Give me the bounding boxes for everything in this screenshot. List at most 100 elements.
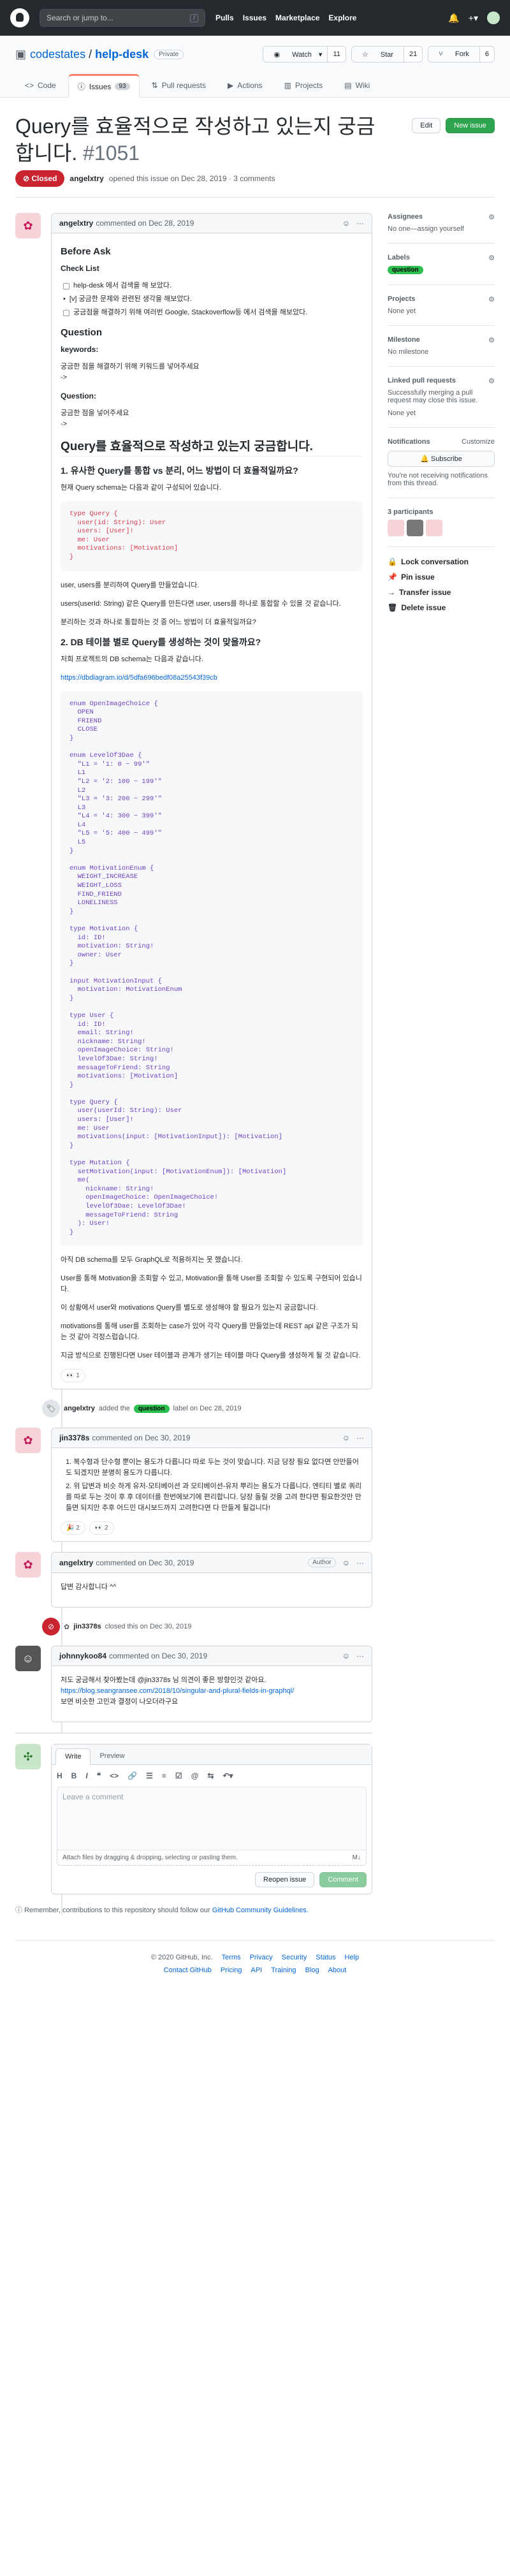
kebab-horizontal-icon[interactable]: ··· (356, 1651, 364, 1660)
participant-avatar[interactable] (388, 520, 404, 536)
reaction-eyes-button[interactable]: 👀 2 (89, 1521, 114, 1535)
footer-link-training[interactable]: Training (271, 1966, 296, 1974)
reaction-tada-button[interactable]: 🎉 2 (61, 1521, 85, 1535)
avatar[interactable]: ✿ (15, 1552, 41, 1578)
lock-conversation-link[interactable]: 🔒 Lock conversation (388, 557, 495, 566)
participant-avatar[interactable] (407, 520, 423, 536)
checkbox[interactable] (63, 309, 69, 316)
user-avatar[interactable] (487, 11, 500, 24)
cross-reference-icon[interactable]: ⇆ (207, 1771, 214, 1780)
tab-code[interactable]: <> Code (15, 74, 66, 97)
attach-files-area[interactable]: Attach files by dragging & dropping, sel… (57, 1850, 367, 1866)
comment-author[interactable]: jin3378s (59, 1433, 89, 1442)
gear-icon[interactable]: ⚙ (488, 213, 495, 221)
avatar[interactable]: ✣ (15, 1744, 41, 1770)
avatar[interactable]: ✿ (15, 213, 41, 238)
tab-pull-requests[interactable]: ⇅ Pull requests (142, 74, 215, 97)
nav-marketplace[interactable]: Marketplace (275, 13, 319, 22)
guidelines-link[interactable]: GitHub Community Guidelines. (212, 1906, 309, 1914)
heading-icon[interactable]: H (57, 1771, 62, 1780)
comment-button[interactable]: Comment (319, 1872, 367, 1888)
checkbox[interactable] (63, 282, 69, 289)
star-button[interactable]: ☆ Star 21 (351, 46, 423, 62)
repo-owner-link[interactable]: codestates (30, 48, 85, 61)
footer-link-help[interactable]: Help (345, 1954, 360, 1961)
gear-icon[interactable]: ⚙ (488, 295, 495, 304)
reaction-eyes-button[interactable]: 👀 1 (61, 1369, 85, 1383)
avatar[interactable]: ☺ (15, 1646, 41, 1672)
dbdiagram-link[interactable]: https://dbdiagram.io/d/5dfa696bedf08a255… (61, 674, 217, 682)
star-count[interactable]: 21 (403, 47, 423, 62)
pin-issue-link[interactable]: 📌 Pin issue (388, 573, 495, 582)
smiley-icon[interactable]: ☺ (342, 1651, 350, 1660)
fork-count[interactable]: 6 (479, 47, 494, 62)
question-label-badge[interactable]: question (388, 266, 423, 274)
edit-title-button[interactable]: Edit (412, 118, 441, 133)
footer-link-blog[interactable]: Blog (305, 1966, 319, 1974)
event-author[interactable]: jin3378s (73, 1623, 101, 1630)
footer-link-about[interactable]: About (328, 1966, 347, 1974)
smiley-icon[interactable]: ☺ (342, 1558, 350, 1567)
tab-write[interactable]: Write (55, 1748, 91, 1766)
tab-wiki[interactable]: ▤ Wiki (335, 74, 379, 97)
avatar[interactable]: ✿ (64, 1623, 69, 1631)
tab-issues[interactable]: ⓘ Issues 93 (68, 74, 140, 98)
quote-icon[interactable]: ❝ (97, 1771, 101, 1780)
blog-link[interactable]: https://blog.seangransee.com/2018/10/sin… (61, 1687, 294, 1695)
footer-link-terms[interactable]: Terms (222, 1954, 241, 1961)
issue-author-link[interactable]: angelxtry (69, 174, 103, 183)
nav-explore[interactable]: Explore (328, 13, 356, 22)
event-author[interactable]: angelxtry (64, 1405, 95, 1412)
customize-link[interactable]: Customize (462, 438, 495, 446)
gear-icon[interactable]: ⚙ (488, 377, 495, 385)
new-issue-button[interactable]: New issue (446, 118, 495, 133)
transfer-issue-link[interactable]: → Transfer issue (388, 588, 495, 597)
comment-author[interactable]: angelxtry (59, 219, 93, 228)
mention-icon[interactable]: @ (191, 1771, 199, 1780)
assignees-value[interactable]: No one—assign yourself (388, 225, 464, 233)
comment-textarea[interactable]: Leave a comment (57, 1787, 367, 1851)
comment-author[interactable]: angelxtry (59, 1558, 93, 1567)
gear-icon[interactable]: ⚙ (488, 336, 495, 344)
subscribe-button[interactable]: 🔔 Subscribe (388, 451, 495, 467)
italic-icon[interactable]: I (85, 1771, 87, 1780)
github-logo-icon[interactable] (10, 8, 29, 27)
list-ordered-icon[interactable]: ≡ (162, 1771, 166, 1780)
footer-link-security[interactable]: Security (282, 1954, 307, 1961)
fork-button[interactable]: ⑂ Fork 6 (428, 46, 495, 62)
nav-pulls[interactable]: Pulls (215, 13, 234, 22)
tab-actions[interactable]: ▶ Actions (218, 74, 272, 97)
search-input[interactable]: Search or jump to... / (40, 9, 205, 27)
link-icon[interactable]: 🔗 (127, 1771, 137, 1780)
list-unordered-icon[interactable]: ☰ (146, 1771, 153, 1780)
footer-link-pricing[interactable]: Pricing (221, 1966, 242, 1974)
nav-issues[interactable]: Issues (243, 13, 266, 22)
smiley-icon[interactable]: ☺ (342, 219, 350, 228)
bell-icon[interactable]: 🔔 (448, 13, 459, 24)
code-icon[interactable]: <> (110, 1771, 119, 1780)
kebab-horizontal-icon[interactable]: ··· (356, 1433, 364, 1442)
avatar[interactable]: ✿ (15, 1428, 41, 1454)
bold-icon[interactable]: B (71, 1771, 77, 1780)
reopen-issue-button[interactable]: Reopen issue (255, 1872, 315, 1888)
gear-icon[interactable]: ⚙ (488, 254, 495, 262)
plus-icon[interactable]: +▾ (469, 13, 478, 24)
repo-name-link[interactable]: help-desk (95, 48, 149, 61)
markdown-icon[interactable]: M↓ (353, 1854, 361, 1861)
tab-projects[interactable]: ▥ Projects (275, 74, 333, 97)
tab-preview[interactable]: Preview (91, 1748, 133, 1764)
participant-avatar[interactable] (426, 520, 442, 536)
footer-link-status[interactable]: Status (316, 1954, 335, 1961)
footer-link-contact[interactable]: Contact GitHub (164, 1966, 212, 1974)
watch-button[interactable]: ◉ Watch ▾ 11 (263, 46, 346, 62)
footer-link-privacy[interactable]: Privacy (250, 1954, 273, 1961)
kebab-horizontal-icon[interactable]: ··· (356, 219, 364, 228)
delete-issue-link[interactable]: 🗑 Delete issue (388, 603, 495, 612)
question-label-badge[interactable]: question (133, 1404, 170, 1413)
reply-icon[interactable]: ↶▾ (222, 1771, 233, 1780)
footer-link-api[interactable]: API (251, 1966, 262, 1974)
kebab-horizontal-icon[interactable]: ··· (356, 1558, 364, 1567)
smiley-icon[interactable]: ☺ (342, 1433, 350, 1442)
tasklist-icon[interactable]: ☑ (175, 1771, 182, 1780)
comment-author[interactable]: johnnykoo84 (59, 1651, 106, 1660)
